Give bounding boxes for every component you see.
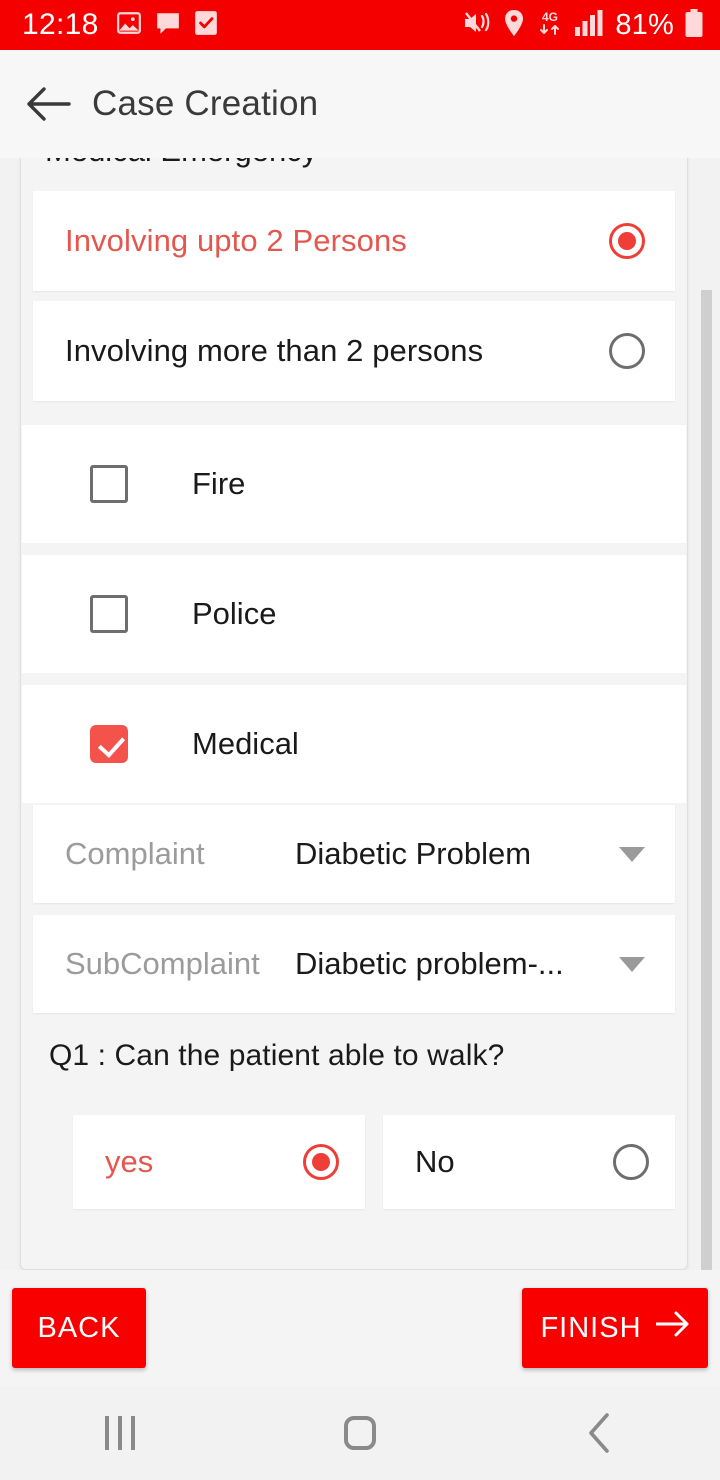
status-bar-clock: 12:18 [22, 8, 99, 41]
answer-option-yes[interactable]: yes [73, 1115, 365, 1209]
section-heading-medical-emergency: Medical Emergency [45, 158, 317, 169]
mobile-data-4g-icon: 4G [535, 9, 565, 42]
radio-option-more-than-2-persons[interactable]: Involving more than 2 persons [33, 301, 675, 401]
status-bar-notification-icons [116, 10, 218, 41]
vertical-scrollbar[interactable] [701, 290, 712, 1270]
signal-bars-icon [575, 9, 603, 41]
radio-indicator-unselected[interactable] [609, 333, 645, 369]
checkbox-label-police: Police [192, 596, 277, 631]
checkbox-row-medical[interactable]: Medical [22, 685, 686, 803]
footer-button-bar: BACK FINISH [0, 1270, 720, 1386]
finish-button-label: FINISH [540, 1311, 642, 1344]
checkbox-row-police[interactable]: Police [22, 555, 686, 673]
answer-label-no: No [415, 1144, 455, 1179]
back-arrow-icon [27, 87, 71, 121]
dropdown-hint-subcomplaint: SubComplaint [65, 946, 260, 981]
app-bar: Case Creation [0, 50, 720, 158]
recents-button[interactable] [60, 1386, 180, 1480]
chevron-down-icon[interactable] [619, 956, 645, 972]
chevron-down-icon[interactable] [619, 846, 645, 862]
dropdown-complaint[interactable]: Complaint Diabetic Problem [33, 805, 675, 903]
question-text-q1: Q1 : Can the patient able to walk? [49, 1039, 505, 1072]
home-icon [344, 1416, 376, 1450]
battery-icon [684, 8, 704, 42]
checkbox-fire[interactable] [90, 465, 128, 503]
checkbox-label-fire: Fire [192, 466, 246, 501]
back-button[interactable] [0, 50, 96, 158]
recents-icon [105, 1416, 135, 1450]
answer-option-no[interactable]: No [383, 1115, 675, 1209]
svg-text:4G: 4G [542, 10, 558, 24]
status-bar-system-icons: 4G 81% [463, 8, 704, 42]
dropdown-subcomplaint[interactable]: SubComplaint Diabetic problem-... [33, 915, 675, 1013]
form-scroll-area[interactable]: Medical Emergency Involving upto 2 Perso… [0, 158, 720, 1270]
radio-indicator-selected[interactable] [609, 223, 645, 259]
task-checkbox-icon [194, 10, 218, 41]
radio-option-label: Involving more than 2 persons [65, 333, 484, 368]
chat-bubble-icon [155, 10, 181, 41]
status-bar: 12:18 4G 81% [0, 0, 720, 50]
finish-button[interactable]: FINISH [522, 1288, 708, 1368]
dropdown-hint-complaint: Complaint [65, 836, 205, 871]
checkbox-police[interactable] [90, 595, 128, 633]
phone-screen: 12:18 4G 81% Case Creation Involving upt… [0, 0, 720, 1480]
page-title: Case Creation [92, 84, 319, 123]
case-form-card: Medical Emergency Involving upto 2 Perso… [20, 158, 688, 1270]
android-navigation-bar [0, 1386, 720, 1480]
home-button[interactable] [300, 1386, 420, 1480]
mute-vibrate-icon [463, 10, 493, 41]
checkbox-label-medical: Medical [192, 726, 299, 761]
image-icon [116, 10, 142, 41]
dropdown-value-complaint: Diabetic Problem [295, 836, 532, 871]
radio-indicator-selected[interactable] [303, 1144, 339, 1180]
battery-percentage-label: 81% [615, 8, 674, 41]
arrow-right-icon [655, 1311, 690, 1345]
location-pin-icon [503, 9, 525, 41]
back-button-footer[interactable]: BACK [12, 1288, 146, 1368]
radio-option-label: Involving upto 2 Persons [65, 223, 407, 258]
answer-label-yes: yes [105, 1144, 154, 1179]
checkbox-medical[interactable] [90, 725, 128, 763]
system-back-button[interactable] [540, 1386, 660, 1480]
radio-option-upto-2-persons[interactable]: Involving upto 2 Persons [33, 191, 675, 291]
back-chevron-icon [589, 1413, 609, 1453]
dropdown-value-subcomplaint: Diabetic problem-... [295, 946, 564, 981]
radio-indicator-unselected[interactable] [613, 1144, 649, 1180]
checkbox-row-fire[interactable]: Fire [22, 425, 686, 543]
